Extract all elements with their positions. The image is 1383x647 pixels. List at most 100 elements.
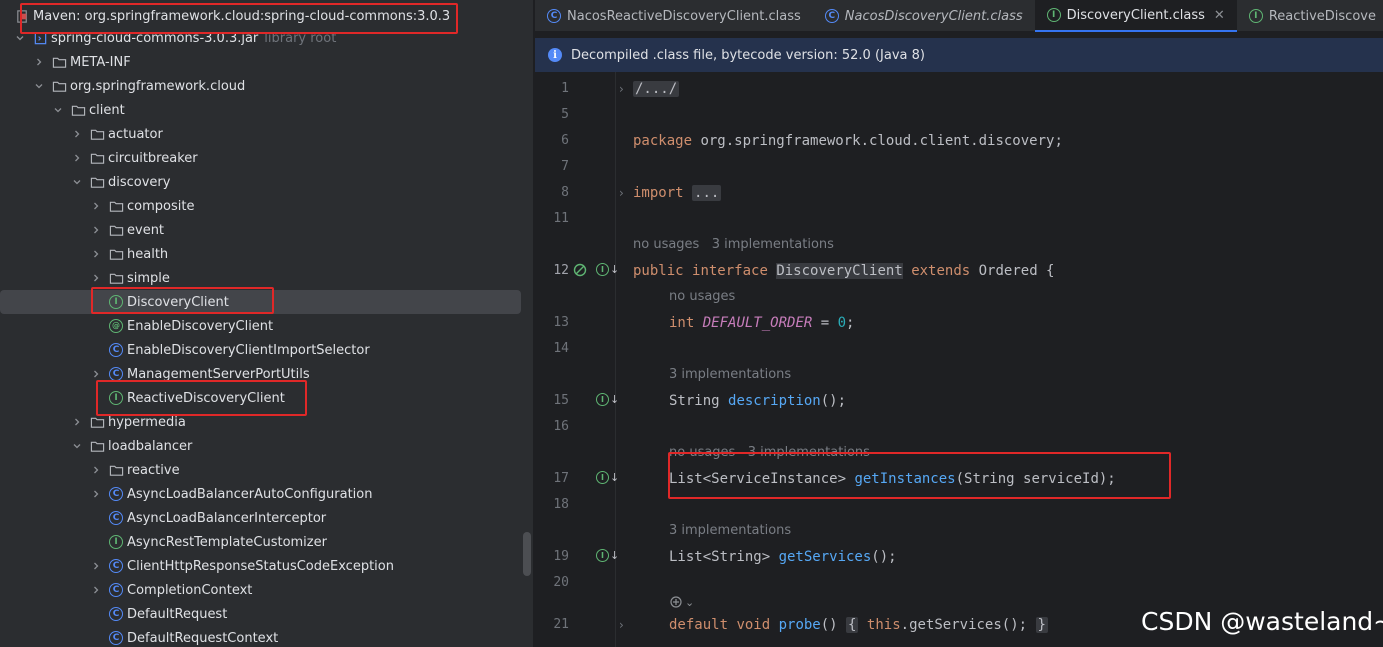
override-gutter-icon[interactable] <box>573 263 587 277</box>
code-line-default-order[interactable]: int DEFAULT_ORDER = 0; <box>669 310 854 336</box>
tree-item-enablediscoveryclient[interactable]: @ EnableDiscoveryClient <box>0 314 521 338</box>
tree-item-reactivediscoveryclient[interactable]: I ReactiveDiscoveryClient <box>0 386 521 410</box>
chevron-right-icon[interactable] <box>90 224 102 236</box>
editor-tabs: C NacosReactiveDiscoveryClient.class C Naco… <box>535 0 1383 32</box>
implementations-gutter-icon[interactable]: I ↓ <box>596 549 619 562</box>
tree-item-defaultrequest[interactable]: C DefaultRequest <box>0 602 521 626</box>
folded-brace[interactable]: { <box>846 617 859 633</box>
class-icon: C <box>108 606 124 622</box>
tree-item-asyncresttemplatecustomizer[interactable]: I AsyncRestTemplateCustomizer <box>0 530 521 554</box>
chevron-down-icon[interactable] <box>52 104 64 116</box>
tree-item-completioncontext[interactable]: C CompletionContext <box>0 578 521 602</box>
tree-item-hypermedia[interactable]: hypermedia <box>0 410 521 434</box>
interface-name: DiscoveryClient <box>776 263 903 279</box>
tree-item-enablediscoveryclientimportselector[interactable]: C EnableDiscoveryClientImportSelector <box>0 338 521 362</box>
chevron-right-icon[interactable] <box>90 584 102 596</box>
line-number: 8 <box>561 185 569 200</box>
project-tree[interactable]: Maven: org.springframework.cloud:spring-… <box>0 0 533 647</box>
code-line-description[interactable]: String description(); <box>669 388 846 414</box>
line-number: 21 <box>553 617 569 632</box>
code-line-header[interactable]: /.../ <box>633 76 680 102</box>
ai-assist-icon[interactable]: ⌄ <box>669 595 694 609</box>
tree-item-clienthttpresponsestatuscodeexception[interactable]: C ClientHttpResponseStatusCodeException <box>0 554 521 578</box>
tree-item-health[interactable]: health <box>0 242 521 266</box>
usages-hint[interactable]: no usages 3 implementations <box>669 442 870 464</box>
folded-header[interactable]: /.../ <box>633 81 680 97</box>
chevron-right-icon[interactable] <box>90 488 102 500</box>
chevron-right-icon[interactable] <box>71 128 83 140</box>
chevron-right-icon[interactable] <box>33 56 45 68</box>
class-icon: C <box>108 510 124 526</box>
code-line-probe[interactable]: default void probe() { this.getServices(… <box>669 612 1048 638</box>
implementations-gutter-icon[interactable]: I ↓ <box>596 393 619 406</box>
tree-scrollbar[interactable] <box>523 532 531 576</box>
tree-item-defaultrequestcontext[interactable]: C DefaultRequestContext <box>0 626 521 647</box>
folder-icon <box>51 78 67 94</box>
chevron-right-icon[interactable] <box>90 272 102 284</box>
tree-item-org-springframework-cloud[interactable]: org.springframework.cloud <box>0 74 521 98</box>
implementations-gutter-icon[interactable]: I ↓ <box>596 263 619 276</box>
code-editor[interactable]: C NacosReactiveDiscoveryClient.class C Naco… <box>535 0 1383 647</box>
tree-item-jar[interactable]: spring-cloud-commons-3.0.3.jar library r… <box>0 26 521 50</box>
folded-brace[interactable]: } <box>1035 617 1048 633</box>
tree-item-simple[interactable]: simple <box>0 266 521 290</box>
class-icon: C <box>824 9 839 23</box>
chevron-right-icon[interactable] <box>71 152 83 164</box>
tree-item-circuitbreaker[interactable]: circuitbreaker <box>0 146 521 170</box>
tree-item-maven-root[interactable]: Maven: org.springframework.cloud:spring-… <box>0 4 521 28</box>
return-type: String <box>669 393 729 409</box>
tree-item-asyncloadbalancerinterceptor[interactable]: C AsyncLoadBalancerInterceptor <box>0 506 521 530</box>
fold-chevron-icon[interactable]: › <box>619 612 624 638</box>
usages-hint[interactable]: no usages <box>669 286 735 308</box>
tree-item-event[interactable]: event <box>0 218 521 242</box>
tab-reactivediscove[interactable]: I ReactiveDiscove <box>1237 0 1383 32</box>
usages-hint[interactable]: no usages 3 implementations <box>633 234 834 256</box>
folder-icon <box>108 270 124 286</box>
chevron-right-icon[interactable] <box>90 368 102 380</box>
tree-item-reactive[interactable]: reactive <box>0 458 521 482</box>
chevron-right-icon[interactable] <box>90 464 102 476</box>
code-line-get-instances[interactable]: List<ServiceInstance> getInstances(Strin… <box>669 466 1116 492</box>
fold-chevron-icon[interactable]: › <box>619 76 624 102</box>
chevron-down-icon[interactable] <box>33 80 45 92</box>
chevron-right-icon[interactable] <box>90 560 102 572</box>
tab-nacosreactivediscoveryclient-class[interactable]: C NacosReactiveDiscoveryClient.class <box>535 0 813 32</box>
tab-label: DiscoveryClient.class <box>1066 7 1205 23</box>
line-number-current: 12 <box>553 263 569 278</box>
close-icon[interactable]: ✕ <box>1214 8 1225 23</box>
tree-item-meta-inf[interactable]: META-INF <box>0 50 521 74</box>
code-line-interface-decl[interactable]: public interface DiscoveryClient extends… <box>633 258 1055 284</box>
chevron-down-icon[interactable] <box>14 32 26 44</box>
tree-item-label: reactive <box>127 462 180 478</box>
folder-icon <box>51 54 67 70</box>
chevron-right-icon[interactable] <box>71 416 83 428</box>
implementations-gutter-icon[interactable]: I ↓ <box>596 471 619 484</box>
tree-item-label: DefaultRequestContext <box>127 630 279 646</box>
tree-item-composite[interactable]: composite <box>0 194 521 218</box>
int-keyword: int <box>669 315 695 331</box>
tree-item-discoveryclient[interactable]: I DiscoveryClient <box>0 290 521 314</box>
method-rest: (); <box>871 549 897 565</box>
tab-discoveryclient-class[interactable]: I DiscoveryClient.class ✕ <box>1034 0 1237 32</box>
code-line-import[interactable]: import ... <box>633 180 722 206</box>
tree-item-client[interactable]: client <box>0 98 521 122</box>
code-line-package[interactable]: package org.springframework.cloud.client… <box>633 128 1063 154</box>
chevron-right-icon[interactable] <box>90 200 102 212</box>
tab-label: ReactiveDiscove <box>1268 8 1376 24</box>
tree-item-loadbalancer[interactable]: loadbalancer <box>0 434 521 458</box>
tab-nacosdiscoveryclient-class[interactable]: C NacosDiscoveryClient.class <box>813 0 1035 32</box>
implementations-hint[interactable]: 3 implementations <box>669 364 791 386</box>
folded-imports[interactable]: ... <box>692 185 722 201</box>
line-number: 7 <box>561 159 569 174</box>
chevron-down-icon[interactable] <box>71 440 83 452</box>
tree-item-discovery[interactable]: discovery <box>0 170 521 194</box>
tree-item-managementserverportutils[interactable]: C ManagementServerPortUtils <box>0 362 521 386</box>
jar-icon <box>32 30 48 46</box>
fold-chevron-icon[interactable]: › <box>619 180 624 206</box>
chevron-right-icon[interactable] <box>90 248 102 260</box>
tree-item-asyncloadbalancerautoconfiguration[interactable]: C AsyncLoadBalancerAutoConfiguration <box>0 482 521 506</box>
chevron-down-icon[interactable] <box>71 176 83 188</box>
tree-item-actuator[interactable]: actuator <box>0 122 521 146</box>
implementations-hint[interactable]: 3 implementations <box>669 520 791 542</box>
code-line-get-services[interactable]: List<String> getServices(); <box>669 544 897 570</box>
